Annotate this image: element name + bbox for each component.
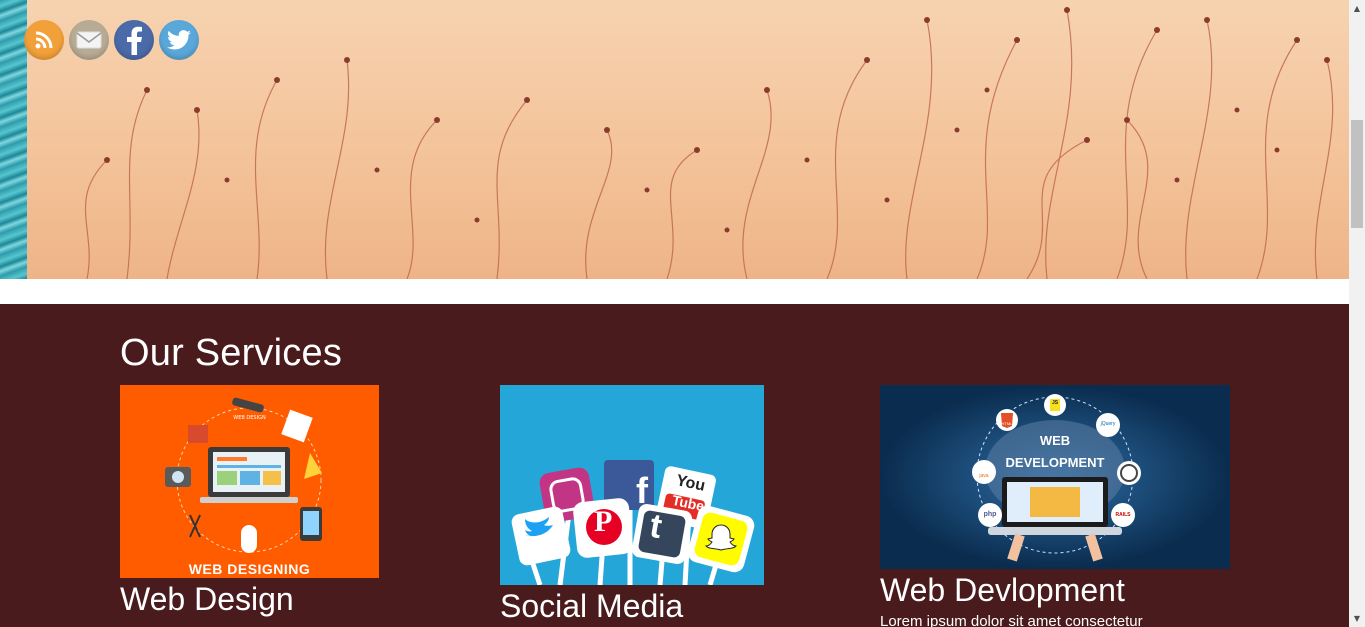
jquery-badge-label: jQuery — [1100, 421, 1116, 427]
email-icon[interactable] — [69, 20, 109, 60]
services-section: Our Services WEB DESIGN WEB DESIGNING We… — [0, 304, 1349, 627]
web-design-image[interactable]: WEB DESIGN WEB DESIGNING — [120, 385, 379, 578]
scrollbar-thumb[interactable] — [1351, 120, 1363, 228]
section-gap — [0, 279, 1349, 304]
hero-water-edge — [0, 0, 27, 279]
facebook-sign-label: f — [636, 470, 648, 511]
rss-icon[interactable] — [24, 20, 64, 60]
web-development-image-title-1: WEB — [1039, 433, 1071, 448]
js-badge-label: JS — [1051, 400, 1059, 406]
rails-badge-label: RAILS — [1115, 512, 1131, 518]
web-development-desc: Lorem ipsum dolor sit amet consectetur — [880, 613, 1143, 627]
web-development-image-title-2: DEVELOPMENT — [1005, 455, 1105, 470]
service-card-social-media: f You Tube t P Social Media — [500, 385, 764, 625]
page-scrollbar[interactable]: ▲ ▼ — [1349, 0, 1365, 627]
service-card-web-development: WEB DEVELOPMENT jQuery php RAILS java HT… — [880, 385, 1230, 627]
social-media-image[interactable]: f You Tube t P — [500, 385, 764, 585]
web-design-image-small-label: WEB DESIGN — [233, 415, 266, 421]
service-card-web-design: WEB DESIGN WEB DESIGNING Web Design — [120, 385, 379, 618]
scroll-up-arrow-icon[interactable]: ▲ — [1349, 0, 1365, 17]
services-heading: Our Services — [120, 332, 343, 374]
scroll-down-arrow-icon[interactable]: ▼ — [1349, 610, 1365, 627]
pinterest-sign-label: P — [594, 505, 613, 538]
web-development-title[interactable]: Web Devlopment — [880, 572, 1230, 609]
hero-banner — [0, 0, 1349, 279]
facebook-icon[interactable] — [114, 20, 154, 60]
social-share-bar — [24, 20, 199, 60]
html-badge-label: HTML — [1001, 421, 1013, 426]
php-badge-label: php — [983, 511, 997, 518]
java-badge-label: java — [979, 473, 989, 479]
hero-plants-image — [84, 7, 1334, 279]
web-development-image[interactable]: WEB DEVELOPMENT jQuery php RAILS java HT… — [880, 385, 1230, 569]
web-design-image-caption: WEB DESIGNING — [188, 561, 311, 577]
web-design-title[interactable]: Web Design — [120, 581, 379, 618]
twitter-icon[interactable] — [159, 20, 199, 60]
social-media-title[interactable]: Social Media — [500, 588, 764, 625]
